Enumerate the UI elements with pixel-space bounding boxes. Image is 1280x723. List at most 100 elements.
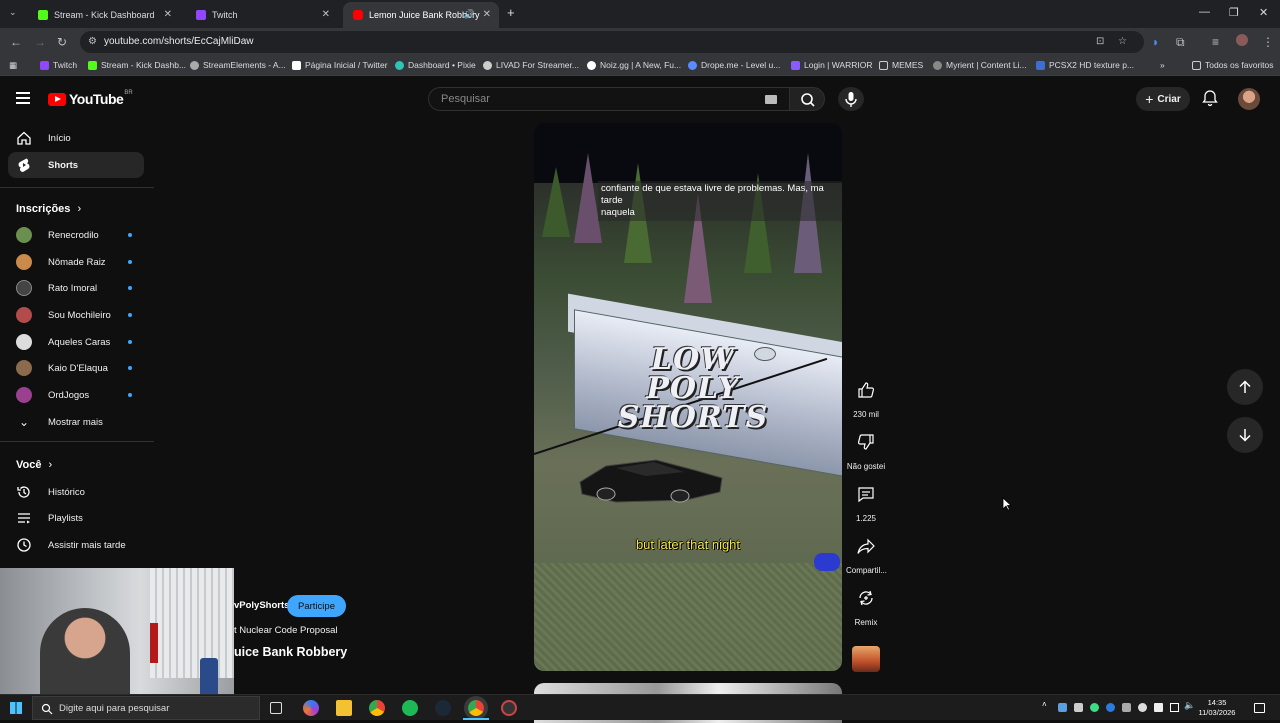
- join-button[interactable]: Participe: [287, 595, 346, 617]
- remix-button[interactable]: Remix: [846, 580, 886, 627]
- all-bookmarks-folder[interactable]: Todos os favoritos: [1192, 60, 1274, 70]
- sidebar-item-shorts[interactable]: Shorts: [8, 152, 144, 178]
- previous-short-button[interactable]: [1227, 369, 1263, 405]
- bluetooth-icon[interactable]: [1106, 703, 1115, 712]
- menu-kebab-icon[interactable]: ⋮: [1262, 35, 1274, 49]
- sidebar-item-renecrodilo[interactable]: Renecrodilo: [8, 222, 144, 248]
- sidebar-item-ordjogos[interactable]: OrdJogos: [8, 382, 144, 408]
- sidebar-item-kaio-delaqua[interactable]: Kaio D'Elaqua: [8, 355, 144, 381]
- reload-icon[interactable]: ↻: [57, 35, 67, 49]
- audio-playing-icon[interactable]: 🔊: [464, 9, 475, 20]
- bookmark-item[interactable]: Stream - Kick Dashb...: [88, 60, 186, 70]
- youtube-logo[interactable]: YouTube BR: [48, 90, 133, 107]
- tray-app-icon[interactable]: [1074, 703, 1083, 712]
- tab-twitch[interactable]: Twitch ✕: [186, 2, 338, 28]
- media-control-icon[interactable]: ≡: [1212, 35, 1219, 49]
- new-tab-icon[interactable]: +: [507, 5, 515, 20]
- bookmark-item[interactable]: Página Inicial / Twitter: [292, 60, 388, 70]
- steam-icon[interactable]: [435, 700, 451, 716]
- copilot-icon[interactable]: [303, 700, 319, 716]
- remix-icon: [859, 590, 873, 606]
- minimize-icon[interactable]: —: [1199, 6, 1210, 18]
- create-button[interactable]: + Criar: [1136, 87, 1190, 111]
- extension-icon[interactable]: ◗: [1152, 35, 1159, 49]
- bookmark-item[interactable]: Myrient | Content Li...: [933, 60, 1027, 70]
- keyboard-icon[interactable]: [765, 95, 777, 104]
- sidebar-item-sou-mochileiro[interactable]: Sou Mochileiro: [8, 302, 144, 328]
- sound-thumbnail[interactable]: [852, 646, 880, 672]
- notifications-icon[interactable]: [1254, 703, 1265, 713]
- network-icon[interactable]: [1170, 703, 1179, 712]
- comments-button[interactable]: 1.225: [846, 476, 886, 523]
- apps-grid-icon[interactable]: ▦: [9, 60, 17, 71]
- tray-app-icon[interactable]: [1090, 703, 1099, 712]
- search-button[interactable]: [789, 87, 825, 111]
- site-info-icon[interactable]: ⚙: [88, 36, 97, 47]
- sidebar-item-playlists[interactable]: Playlists: [8, 505, 144, 531]
- caption-line: confiante de que estava livre de problem…: [601, 183, 824, 194]
- tab-youtube-short[interactable]: Lemon Juice Bank Robbery 🔊 ✕: [343, 2, 499, 28]
- taskbar-clock[interactable]: 14:35 11/03/2026: [1196, 698, 1238, 718]
- show-more-button[interactable]: ⌄ Mostrar mais: [8, 409, 144, 435]
- forward-icon[interactable]: →: [34, 35, 46, 49]
- tray-overflow-icon[interactable]: ˄: [1042, 700, 1051, 709]
- taskbar-search-input[interactable]: Digite aqui para pesquisar: [32, 696, 260, 720]
- window-close-icon[interactable]: ✕: [1259, 6, 1268, 19]
- sidebar-item-history[interactable]: Histórico: [8, 479, 144, 505]
- chrome-active-icon[interactable]: [468, 700, 484, 716]
- share-button[interactable]: Compartil...: [846, 528, 887, 575]
- voice-search-button[interactable]: [838, 87, 864, 111]
- dislike-button[interactable]: Não gostei: [846, 424, 886, 471]
- sidebar-item-rato-imoral[interactable]: Rato Imoral: [8, 275, 144, 301]
- logo-line: SHORTS: [617, 400, 769, 435]
- close-icon[interactable]: ✕: [164, 9, 172, 20]
- more-bookmarks-icon[interactable]: »: [1160, 60, 1165, 70]
- bookmark-item[interactable]: LIVAD For Streamer...: [483, 60, 579, 70]
- close-icon[interactable]: ✕: [483, 9, 491, 20]
- tab-search-icon[interactable]: ⌄: [9, 7, 17, 18]
- profile-avatar[interactable]: [1236, 34, 1248, 46]
- spotify-icon[interactable]: [402, 700, 418, 716]
- task-view-icon[interactable]: [270, 702, 282, 714]
- sidebar-item-watch-later[interactable]: Assistir mais tarde: [8, 532, 144, 558]
- volume-icon[interactable]: 🔈: [1184, 700, 1195, 710]
- obs-icon[interactable]: [501, 700, 517, 716]
- sidebar-item-home[interactable]: Início: [8, 125, 144, 151]
- you-header[interactable]: Você ›: [16, 459, 52, 471]
- account-avatar[interactable]: [1238, 88, 1260, 110]
- sidebar-item-aqueles-caras[interactable]: Aqueles Caras: [8, 329, 144, 355]
- like-button[interactable]: 230 mil: [846, 372, 886, 419]
- usb-icon[interactable]: [1154, 703, 1163, 712]
- close-icon[interactable]: ✕: [322, 9, 330, 20]
- search-input[interactable]: Pesquisar: [428, 87, 790, 111]
- channel-name[interactable]: vPolyShorts: [234, 600, 289, 611]
- install-app-icon[interactable]: ⊡: [1096, 36, 1104, 47]
- tray-app-icon[interactable]: [1122, 703, 1131, 712]
- sound-title[interactable]: t Nuclear Code Proposal: [234, 625, 338, 636]
- tray-app-icon[interactable]: [1058, 703, 1067, 712]
- bookmark-folder[interactable]: MEMES: [879, 60, 923, 70]
- chrome-icon[interactable]: [369, 700, 385, 716]
- extensions-puzzle-icon[interactable]: ⧉: [1176, 35, 1185, 50]
- sidebar-item-nomade-raiz[interactable]: Nômade Raiz: [8, 249, 144, 275]
- back-icon[interactable]: ←: [10, 35, 22, 49]
- bookmark-item[interactable]: Dashboard • Pixie: [395, 60, 476, 70]
- bookmark-item[interactable]: Noiz.gg | A New, Fu...: [587, 60, 681, 70]
- notifications-bell-icon[interactable]: [1202, 89, 1218, 107]
- short-video-player[interactable]: confiante de que estava livre de problem…: [534, 123, 842, 671]
- bookmark-item[interactable]: Login | WARRIOR: [791, 60, 873, 70]
- tab-kick-dashboard[interactable]: Stream - Kick Dashboard ✕: [28, 2, 180, 28]
- menu-icon[interactable]: [16, 92, 30, 104]
- bookmark-item[interactable]: StreamElements - A...: [190, 60, 286, 70]
- bookmark-item[interactable]: Twitch: [40, 60, 77, 70]
- next-short-button[interactable]: [1227, 417, 1263, 453]
- bookmark-star-icon[interactable]: ☆: [1118, 36, 1127, 47]
- bookmark-item[interactable]: Drope.me - Level u...: [688, 60, 780, 70]
- file-explorer-icon[interactable]: [336, 700, 352, 716]
- subscriptions-header[interactable]: Inscrições ›: [16, 203, 81, 215]
- url-field[interactable]: ⚙ youtube.com/shorts/EcCajMliDaw ⊡ ☆: [80, 31, 1144, 53]
- maximize-icon[interactable]: ❐: [1229, 6, 1239, 19]
- bookmark-item[interactable]: PCSX2 HD texture p...: [1036, 60, 1134, 70]
- windows-start-icon[interactable]: [10, 702, 22, 714]
- tray-app-icon[interactable]: [1138, 703, 1147, 712]
